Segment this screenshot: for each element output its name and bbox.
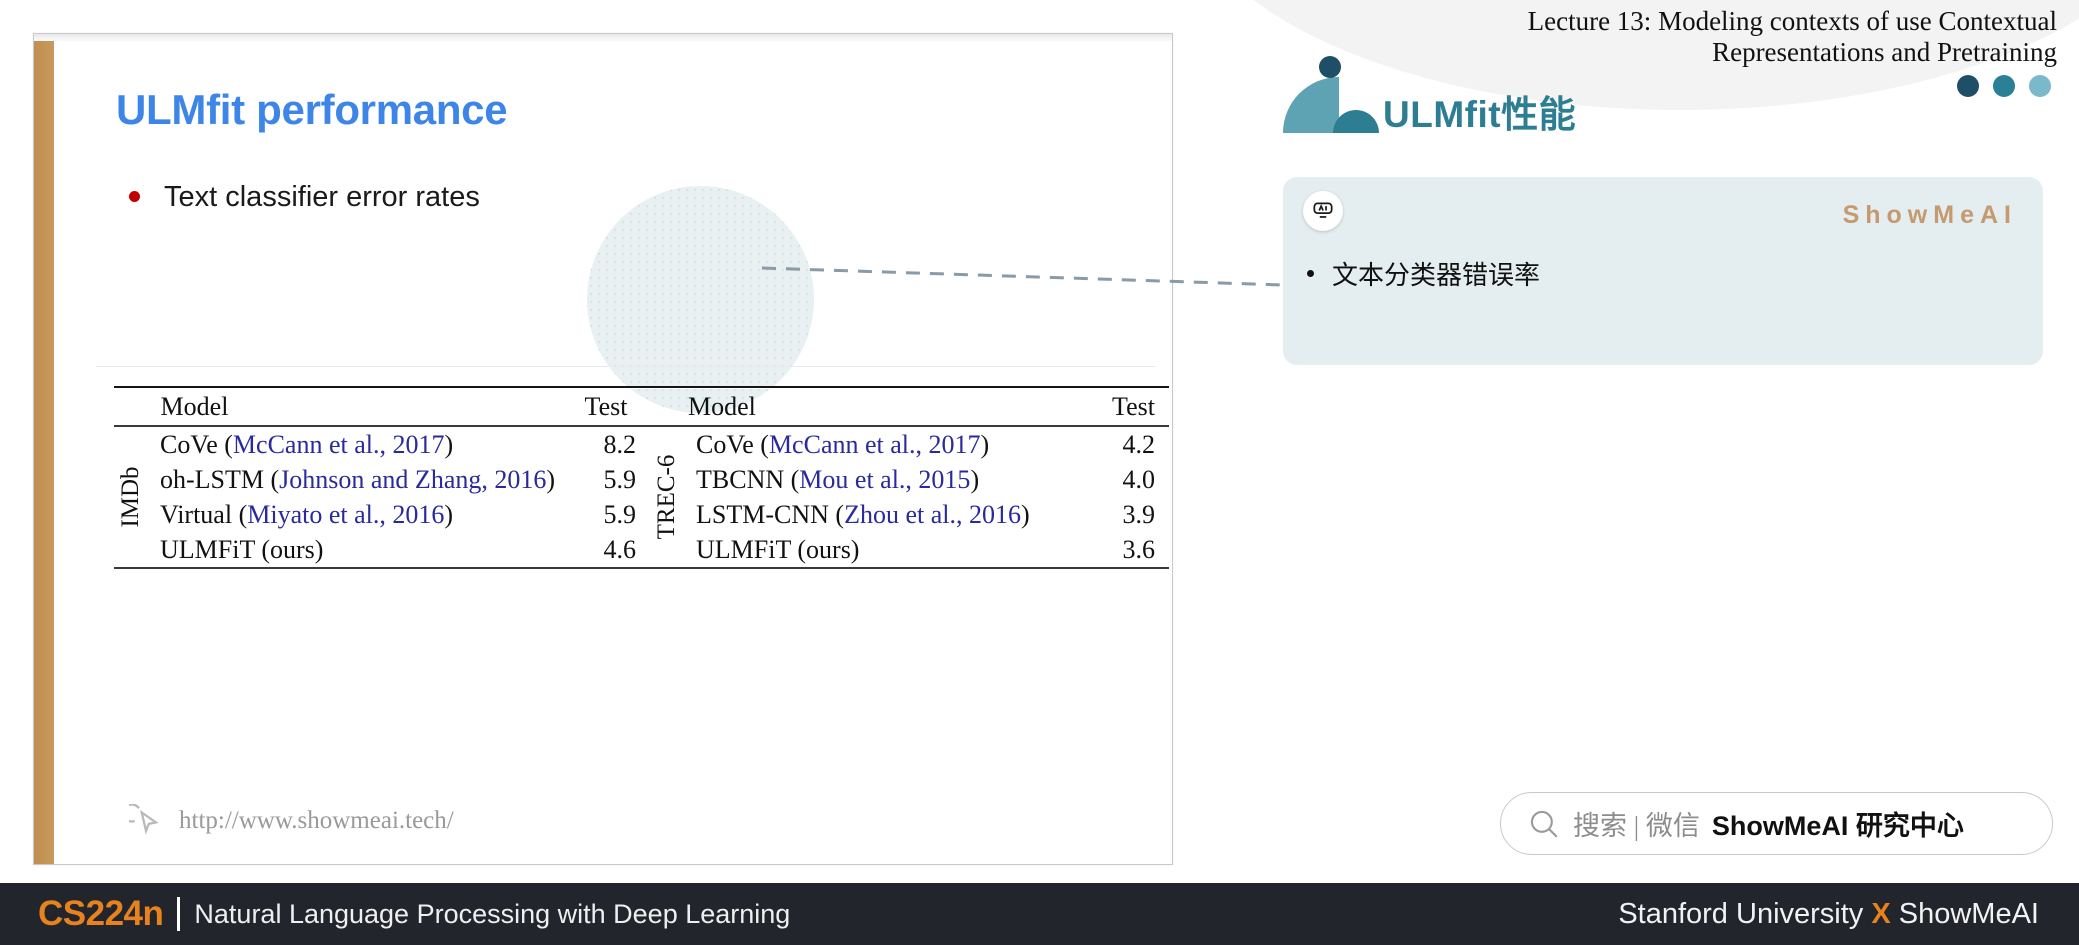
dot-icon-1	[1957, 75, 1979, 97]
card-bullet: 文本分类器错误率	[1307, 255, 1540, 292]
bottom-bar-left: CS224n Natural Language Processing with …	[38, 894, 790, 934]
table-cell-test: 5.9	[603, 465, 637, 495]
table-cell-test: 3.6	[1122, 535, 1156, 565]
card-bullet-dot-icon	[1307, 270, 1314, 277]
table-rule-bottom	[114, 567, 1169, 570]
table-cell-test: 4.6	[603, 535, 637, 565]
course-code-label: CS224n	[38, 894, 164, 933]
table-row: IMDb CoVe (McCann et al., 2017) 8.2 TREC-6 C…	[114, 427, 1169, 540]
dot-icon-3	[2029, 75, 2051, 97]
slide-bullet: Text classifier error rates	[129, 181, 480, 214]
search-placeholder-label: 搜索 | 微信	[1573, 811, 1700, 841]
results-table: Model Test Model Test IMDb CoVe (McCann e…	[114, 386, 1169, 570]
table-header-test-right: Test	[1112, 392, 1155, 421]
affiliation-left-label: Stanford University	[1618, 897, 1872, 930]
slide-top-edge	[34, 34, 1172, 41]
table-cell-model: ULMFiT (ours)	[696, 535, 860, 565]
table-body: IMDb CoVe (McCann et al., 2017) 8.2 TREC-6 C…	[114, 427, 1169, 567]
magnifier-icon	[1530, 810, 1558, 838]
table-cell-test: 8.2	[603, 430, 637, 459]
table-row: oh-LSTM (Johnson and Zhang, 2016) 5.9 TBCN…	[114, 462, 1169, 497]
affiliation-right-label: ShowMeAI	[1890, 897, 2039, 930]
bottom-bar-right: Stanford University X ShowMeAI	[1618, 898, 2039, 931]
table-cell-model: oh-LSTM (Johnson and Zhang, 2016)	[159, 465, 556, 495]
table-header-row: Model Test Model Test	[114, 389, 1169, 425]
citation-link[interactable]: Mou et al., 2015	[799, 465, 970, 494]
table-cell-model: LSTM-CNN (Zhou et al., 2016)	[696, 500, 1030, 530]
table-header-test-left: Test	[584, 392, 628, 421]
citation-link[interactable]: McCann et al., 2017	[769, 430, 981, 459]
table-rowgroup-label: TREC-6	[650, 427, 684, 567]
slide-capture-root: ULMfit performance Text classifier error…	[0, 0, 2079, 945]
page-title: ULMfit performance	[116, 86, 508, 133]
brand-dot-shape	[1319, 56, 1341, 78]
slide-footer-url: http://www.showmeai.tech/	[179, 807, 454, 834]
showmeai-watermark: ShowMeAI	[1842, 201, 2017, 229]
ai-robot-icon	[1303, 191, 1343, 231]
table-rowgroup-spacer-right	[641, 389, 676, 425]
dot-icon-2	[1993, 75, 2015, 97]
citation-link[interactable]: Zhou et al., 2016	[844, 500, 1021, 529]
table-header-model-right: Model	[688, 392, 756, 421]
lecture-title: Lecture 13: Modeling contexts of use Con…	[1267, 6, 2057, 68]
table-cell-model: CoVe (McCann et al., 2017)	[696, 430, 990, 459]
cursor-arrow-icon	[129, 804, 159, 835]
decorative-dots	[1957, 75, 2051, 97]
slide-content: ULMfit performance Text classifier error…	[54, 41, 1172, 864]
table-cell-test: 5.9	[603, 500, 637, 530]
divider-rule	[96, 366, 1156, 367]
decorative-circle	[587, 186, 814, 413]
brand-mark-icon	[1283, 56, 1379, 133]
slide-footer: http://www.showmeai.tech/	[129, 804, 454, 838]
table-row: Virtual (Miyato et al., 2016) 5.9 LSTM-CNN…	[114, 497, 1169, 532]
rowgroup-label-text: TREC-6	[653, 454, 680, 540]
table-row: ULMFiT (ours) 4.6 ULMFiT (ours) 3.6	[114, 532, 1169, 567]
bottom-bar: CS224n Natural Language Processing with …	[0, 883, 2079, 945]
table-cell-model: TBCNN (Mou et al., 2015)	[696, 465, 980, 495]
card-bullet-label: 文本分类器错误率	[1332, 260, 1541, 290]
citation-link[interactable]: Miyato et al., 2016	[247, 500, 444, 529]
table-cell-test: 4.0	[1122, 465, 1156, 495]
table-rowgroup-spacer-left	[114, 389, 149, 425]
table-rowgroup-label: IMDb	[114, 427, 148, 567]
bullet-dot-icon	[129, 191, 140, 202]
course-name-label: Natural Language Processing with Deep Le…	[194, 898, 791, 929]
wechat-search-pill[interactable]: 搜索 | 微信 ShowMeAI 研究中心	[1500, 792, 2053, 855]
table-cell-model: CoVe (McCann et al., 2017)	[159, 430, 454, 459]
citation-link[interactable]: Johnson and Zhang, 2016	[279, 465, 546, 494]
citation-link[interactable]: McCann et al., 2017	[233, 430, 445, 459]
affiliation-x-label: X	[1871, 897, 1891, 930]
slide-bullet-label: Text classifier error rates	[164, 181, 480, 213]
table-cell-test: 4.2	[1122, 430, 1156, 459]
search-brand-label: ShowMeAI 研究中心	[1711, 811, 1964, 841]
lecture-title-line2: Representations and Pretraining	[1712, 37, 2057, 68]
rowgroup-label-text: IMDb	[116, 466, 144, 528]
lecture-title-line1: Lecture 13: Modeling contexts of use Con…	[1527, 6, 2057, 36]
brand-quarter-shape	[1283, 77, 1339, 133]
slide-accent-bar	[34, 34, 54, 864]
bottom-bar-divider	[177, 897, 181, 931]
section-title-cn: ULMfit性能	[1383, 94, 1577, 135]
slide-frame: ULMfit performance Text classifier error…	[33, 33, 1173, 865]
table-cell-test: 3.9	[1122, 500, 1156, 530]
table-cell-model: Virtual (Miyato et al., 2016)	[159, 500, 454, 530]
brand-half-shape	[1333, 110, 1379, 133]
table-cell-model: ULMFiT (ours)	[159, 535, 324, 565]
translation-card: ShowMeAI 文本分类器错误率	[1283, 177, 2043, 365]
table-header-model-left: Model	[160, 392, 229, 421]
